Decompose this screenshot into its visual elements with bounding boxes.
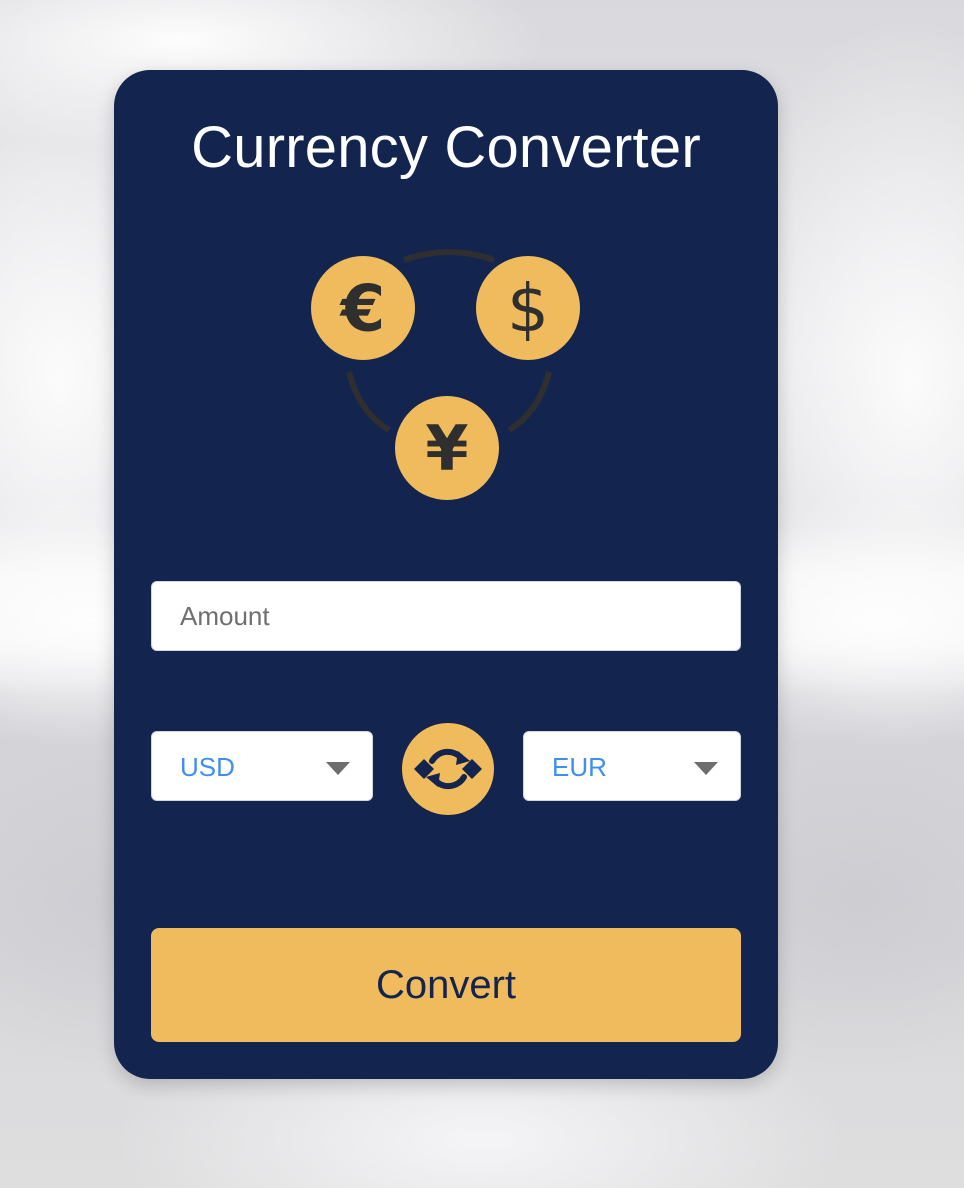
svg-text:$: $ [507, 270, 549, 347]
amount-input[interactable] [151, 581, 741, 651]
euro-icon: € [311, 256, 415, 360]
yen-icon: ¥ [395, 396, 499, 500]
dollar-icon: $ [476, 256, 580, 360]
svg-text:€: € [339, 272, 386, 346]
from-currency-select[interactable]: USD [151, 731, 373, 801]
currency-exchange-logo: € $ ¥ [304, 242, 594, 502]
to-currency-select[interactable]: EUR [523, 731, 741, 801]
svg-text:¥: ¥ [425, 412, 468, 485]
chevron-down-icon [694, 762, 718, 775]
convert-button[interactable]: Convert [151, 928, 741, 1042]
page-title: Currency Converter [191, 115, 701, 180]
swap-arrows-icon [414, 748, 482, 790]
currency-exchange-icon: € $ ¥ [311, 249, 580, 500]
to-currency-value: EUR [552, 752, 607, 782]
chevron-down-icon [326, 762, 350, 775]
converter-card: Currency Converter € $ ¥ USD [114, 70, 778, 1079]
from-currency-value: USD [180, 752, 235, 782]
swap-currencies-button[interactable] [402, 723, 494, 815]
